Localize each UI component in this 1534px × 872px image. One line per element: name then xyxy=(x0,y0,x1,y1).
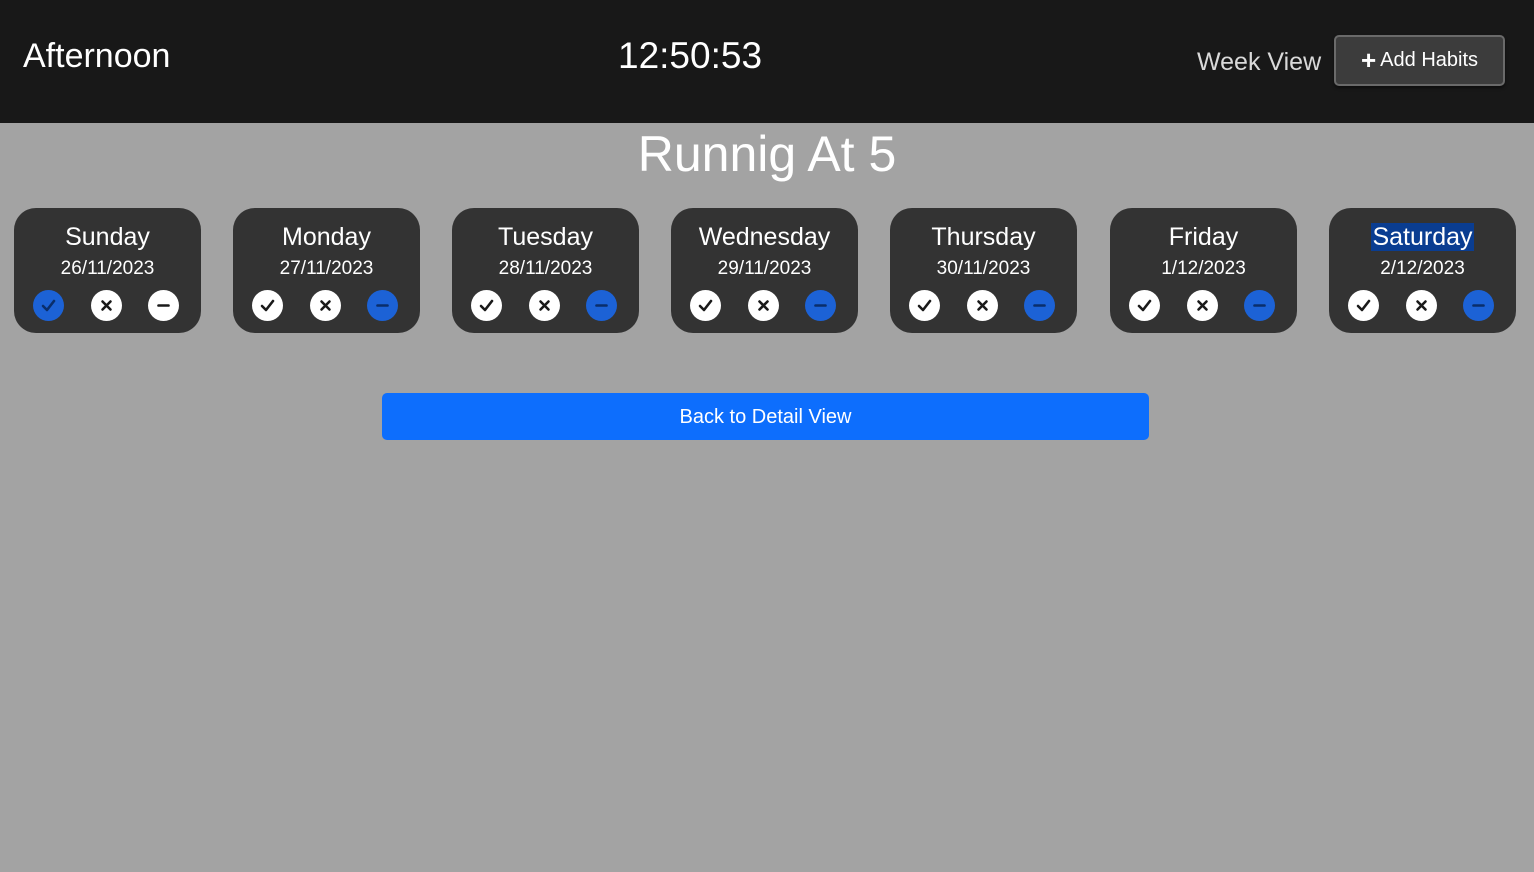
habit-title: Runnig At 5 xyxy=(637,126,897,182)
day-card-monday: Monday 27/11/2023 xyxy=(233,208,420,333)
missed-status-button[interactable] xyxy=(310,290,341,321)
missed-status-button[interactable] xyxy=(967,290,998,321)
day-date: 30/11/2023 xyxy=(936,258,1031,279)
day-name-label: Thursday xyxy=(931,223,1036,251)
done-status-button[interactable] xyxy=(909,290,940,321)
minus-icon xyxy=(157,304,170,307)
minus-icon xyxy=(376,304,389,307)
day-card-sunday: Sunday 26/11/2023 xyxy=(14,208,201,333)
day-card-tuesday: Tuesday 28/11/2023 xyxy=(452,208,639,333)
clock-display: 12:50:53 xyxy=(618,35,763,76)
day-card-friday: Friday 1/12/2023 xyxy=(1110,208,1297,333)
plus-icon: + xyxy=(1360,44,1377,75)
check-icon xyxy=(41,299,56,312)
check-icon xyxy=(698,299,713,312)
day-date: 2/12/2023 xyxy=(1380,258,1465,279)
missed-status-button[interactable] xyxy=(91,290,122,321)
skipped-status-button[interactable] xyxy=(805,290,836,321)
day-name-label: Sunday xyxy=(65,223,150,251)
minus-icon xyxy=(1472,304,1485,307)
x-icon xyxy=(1416,300,1427,311)
check-icon xyxy=(1137,299,1152,312)
day-name: Wednesday xyxy=(671,222,858,252)
missed-status-button[interactable] xyxy=(1406,290,1437,321)
minus-icon xyxy=(595,304,608,307)
day-date: 27/11/2023 xyxy=(279,258,374,279)
day-name-label: Tuesday xyxy=(498,223,593,251)
day-name: Saturday xyxy=(1329,222,1516,252)
x-icon xyxy=(539,300,550,311)
back-to-detail-view-button[interactable]: Back to Detail View xyxy=(382,393,1149,440)
day-date: 1/12/2023 xyxy=(1161,258,1246,279)
top-navbar: Afternoon 12:50:53 Week View + Add Habit… xyxy=(0,0,1534,123)
day-date: 26/11/2023 xyxy=(60,258,155,279)
done-status-button[interactable] xyxy=(1348,290,1379,321)
done-status-button[interactable] xyxy=(690,290,721,321)
skipped-status-button[interactable] xyxy=(586,290,617,321)
week-view-link[interactable]: Week View xyxy=(1197,44,1321,80)
day-date: 29/11/2023 xyxy=(717,258,812,279)
missed-status-button[interactable] xyxy=(1187,290,1218,321)
x-icon xyxy=(977,300,988,311)
day-name-label: Saturday xyxy=(1371,223,1474,251)
add-habits-label: Add Habits xyxy=(1380,49,1479,71)
greeting-text: Afternoon xyxy=(23,37,171,75)
x-icon xyxy=(1197,300,1208,311)
day-card-thursday: Thursday 30/11/2023 xyxy=(890,208,1077,333)
missed-status-button[interactable] xyxy=(529,290,560,321)
skipped-status-button[interactable] xyxy=(148,290,179,321)
day-date: 28/11/2023 xyxy=(498,258,593,279)
day-card-saturday: Saturday 2/12/2023 xyxy=(1329,208,1516,333)
done-status-button[interactable] xyxy=(1129,290,1160,321)
skipped-status-button[interactable] xyxy=(1244,290,1275,321)
check-icon xyxy=(1356,299,1371,312)
minus-icon xyxy=(1253,304,1266,307)
minus-icon xyxy=(1033,304,1046,307)
done-status-button[interactable] xyxy=(252,290,283,321)
add-habits-button[interactable]: + Add Habits xyxy=(1334,35,1505,86)
missed-status-button[interactable] xyxy=(748,290,779,321)
skipped-status-button[interactable] xyxy=(1463,290,1494,321)
day-name: Sunday xyxy=(14,222,201,252)
check-icon xyxy=(479,299,494,312)
done-status-button[interactable] xyxy=(33,290,64,321)
skipped-status-button[interactable] xyxy=(367,290,398,321)
day-name-label: Wednesday xyxy=(698,223,831,251)
day-card-wednesday: Wednesday 29/11/2023 xyxy=(671,208,858,333)
day-name: Monday xyxy=(233,222,420,252)
skipped-status-button[interactable] xyxy=(1024,290,1055,321)
day-name: Thursday xyxy=(890,222,1077,252)
minus-icon xyxy=(814,304,827,307)
day-name: Tuesday xyxy=(452,222,639,252)
x-icon xyxy=(320,300,331,311)
day-name-label: Monday xyxy=(282,223,371,251)
day-name-label: Friday xyxy=(1168,223,1239,251)
check-icon xyxy=(260,299,275,312)
x-icon xyxy=(101,300,112,311)
x-icon xyxy=(758,300,769,311)
check-icon xyxy=(917,299,932,312)
done-status-button[interactable] xyxy=(471,290,502,321)
day-name: Friday xyxy=(1110,222,1297,252)
